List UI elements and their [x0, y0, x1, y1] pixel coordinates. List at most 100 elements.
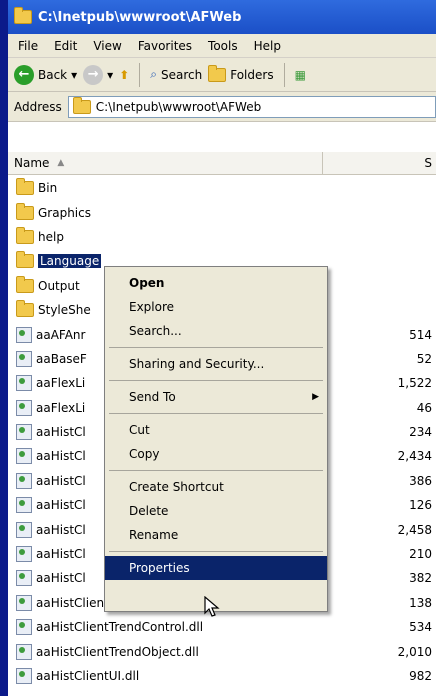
folder-icon — [16, 178, 34, 196]
menu-item-label: Explore — [129, 300, 175, 314]
dll-file-icon — [16, 399, 32, 416]
menu-item-label: Rename — [129, 528, 179, 542]
menu-item-label: Copy — [129, 447, 160, 461]
menu-separator — [109, 413, 323, 414]
file-size: 2,458 — [397, 522, 432, 537]
file-name-cell: aaHistClientTrendControl.dll — [8, 619, 326, 636]
dll-file-icon — [16, 472, 32, 489]
file-size: 126 — [409, 498, 432, 513]
file-size: 534 — [409, 620, 432, 635]
file-name-cell: aaHistClientUI.dll — [8, 668, 326, 684]
folders-button[interactable]: Folders — [208, 64, 274, 82]
dll-file-icon — [16, 521, 32, 538]
dll-file-icon — [16, 643, 32, 660]
context-menu-item-rename[interactable]: Rename — [105, 523, 327, 547]
file-name: aaHistClientTrendObject.dll — [36, 644, 199, 659]
menu-edit[interactable]: Edit — [54, 39, 77, 53]
file-row[interactable]: Bin — [8, 176, 436, 200]
file-name-cell: aaHistClientTrendObject.dll — [8, 643, 326, 660]
menu-separator — [109, 347, 323, 348]
menu-tools[interactable]: Tools — [208, 39, 238, 53]
forward-arrow-icon: → — [83, 64, 104, 85]
folder-icon — [16, 300, 34, 318]
context-menu-item-delete[interactable]: Delete — [105, 499, 327, 523]
column-headers: Name ▲ S — [8, 152, 436, 175]
up-folder-icon[interactable]: ⬆ — [119, 68, 129, 82]
file-name: aaHistCl — [36, 473, 86, 488]
search-label: Search — [161, 67, 203, 82]
column-header-name[interactable]: Name ▲ — [8, 152, 323, 174]
menu-view[interactable]: View — [93, 39, 121, 53]
column-name-label: Name — [14, 156, 50, 170]
context-menu-item-sharing-and-security[interactable]: Sharing and Security... — [105, 352, 327, 376]
file-row[interactable]: aaHistClientUI.dll 982 — [8, 664, 436, 688]
chevron-down-icon: ▾ — [71, 67, 78, 82]
file-name: aaFlexLi — [36, 400, 86, 415]
context-menu-item-send-to[interactable]: Send To ▶ — [105, 385, 327, 409]
file-row[interactable]: aaHistClientTrendControl.dll 534 — [8, 615, 436, 639]
file-size: 386 — [409, 473, 432, 488]
address-label: Address — [14, 99, 62, 114]
menu-file[interactable]: File — [18, 39, 38, 53]
file-name: aaHistClientTrendControl.dll — [36, 620, 204, 635]
context-menu-item-open[interactable]: Open — [105, 271, 327, 295]
back-arrow-icon: ← — [14, 64, 34, 85]
back-button[interactable]: ← Back ▾ — [14, 64, 78, 85]
title-bar[interactable]: C:\Inetpub\wwwroot\AFWeb — [8, 0, 436, 34]
forward-button[interactable]: → ▾ — [83, 64, 114, 85]
file-size: 46 — [416, 400, 432, 415]
file-row[interactable]: aaHistClientTrendObject.dll 2,010 — [8, 639, 436, 663]
search-icon: ⌕ — [150, 67, 157, 81]
file-name-cell: help — [8, 226, 326, 244]
file-name: aaHistCl — [36, 449, 86, 464]
folder-icon — [16, 251, 34, 269]
folder-icon — [72, 96, 91, 114]
file-name: StyleShe — [38, 303, 91, 318]
menu-item-label: Sharing and Security... — [129, 357, 265, 371]
address-bar: Address C:\Inetpub\wwwroot\AFWeb — [8, 92, 436, 122]
file-row[interactable]: Graphics — [8, 200, 436, 224]
folder-icon — [16, 275, 34, 293]
context-menu-item-create-shortcut[interactable]: Create Shortcut — [105, 475, 327, 499]
menu-item-label: Search... — [129, 324, 182, 338]
file-size: 52 — [416, 351, 432, 366]
toolbar: ← Back ▾ → ▾ ⬆ ⌕ Search Folders ▦ — [8, 58, 436, 92]
menu-separator — [109, 551, 323, 552]
dll-file-icon — [16, 619, 32, 636]
column-header-size[interactable]: S — [323, 152, 436, 174]
dll-file-icon — [16, 375, 32, 392]
dll-file-icon — [16, 570, 32, 587]
file-row[interactable]: help — [8, 225, 436, 249]
chevron-down-icon: ▾ — [107, 67, 114, 82]
context-menu-item-properties[interactable]: Properties — [105, 556, 327, 580]
context-menu-item-search[interactable]: Search... — [105, 319, 327, 343]
dll-file-icon — [16, 350, 32, 367]
context-menu-item-copy[interactable]: Copy — [105, 442, 327, 466]
file-size: 514 — [409, 327, 432, 342]
menu-item-label: Delete — [129, 504, 169, 518]
menu-bar: File Edit View Favorites Tools Help — [8, 34, 436, 58]
address-input[interactable]: C:\Inetpub\wwwroot\AFWeb — [67, 95, 436, 118]
mouse-cursor-icon — [204, 596, 220, 617]
menu-favorites[interactable]: Favorites — [138, 39, 192, 53]
file-size: 1,522 — [397, 376, 432, 391]
dll-file-icon — [16, 448, 32, 465]
file-name-cell: Bin — [8, 178, 326, 196]
file-name: Output — [38, 278, 80, 293]
file-size: 234 — [409, 425, 432, 440]
context-menu-item-cut[interactable]: Cut — [105, 418, 327, 442]
menu-item-label: Cut — [129, 423, 150, 437]
submenu-arrow-icon: ▶ — [312, 392, 319, 402]
file-name: aaFlexLi — [36, 376, 86, 391]
context-menu-item-explore[interactable]: Explore — [105, 295, 327, 319]
menu-item-label: Create Shortcut — [129, 480, 224, 494]
search-button[interactable]: ⌕ Search — [150, 67, 202, 82]
views-icon[interactable]: ▦ — [295, 68, 306, 82]
file-size: 982 — [409, 669, 432, 683]
back-label: Back — [38, 67, 68, 82]
file-size: 210 — [409, 547, 432, 562]
context-menu: Open Explore Search... Sharing and Security… — [104, 266, 328, 612]
menu-help[interactable]: Help — [254, 39, 281, 53]
dll-file-icon — [16, 546, 32, 563]
folders-icon — [208, 64, 227, 82]
